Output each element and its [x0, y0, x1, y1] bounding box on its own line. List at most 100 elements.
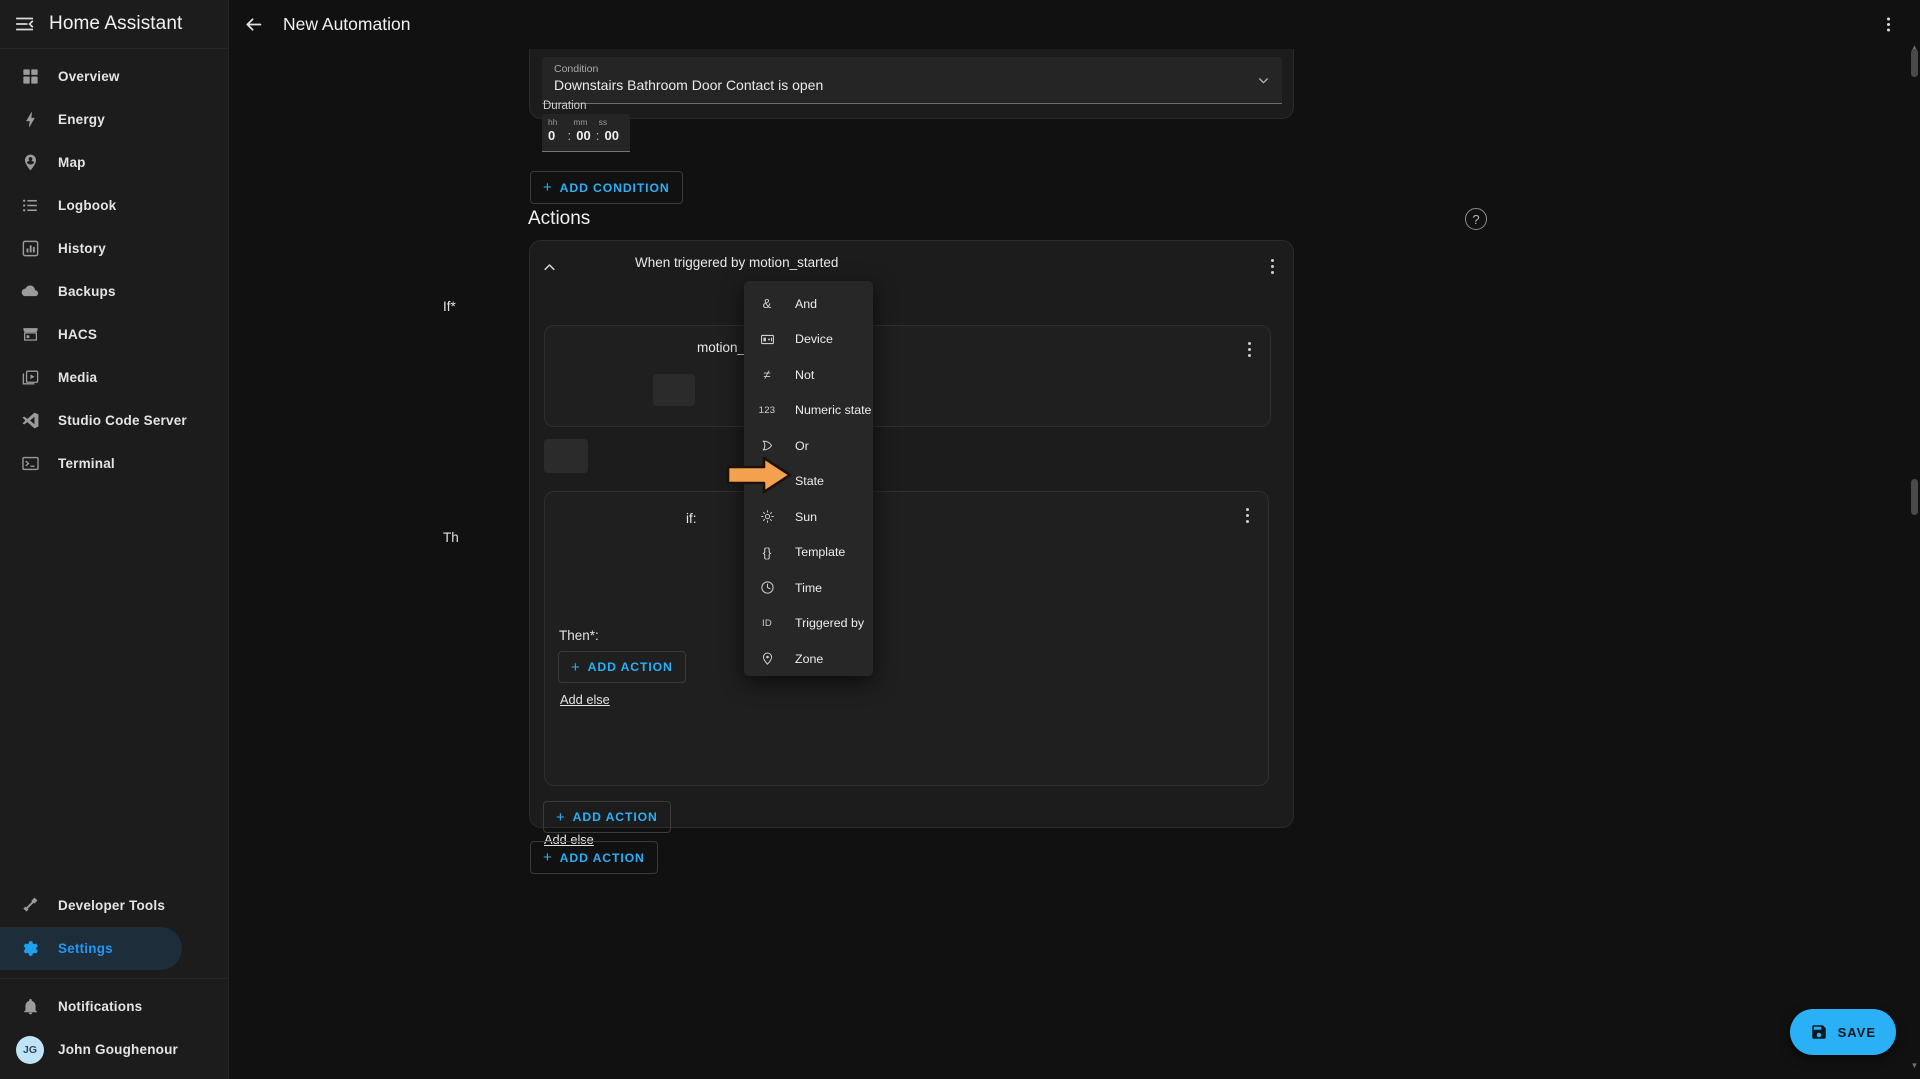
sidebar-item-terminal[interactable]: Terminal: [0, 442, 228, 485]
sidebar-item-label: Map: [58, 155, 86, 170]
sidebar-item-media[interactable]: Media: [0, 356, 228, 399]
sidebar-item-label: Energy: [58, 112, 105, 127]
menu-item-zone[interactable]: Zone: [744, 641, 873, 677]
bell-icon: [12, 997, 48, 1016]
sidebar-item-logbook[interactable]: Logbook: [0, 184, 228, 227]
then-action-text: if:: [686, 511, 697, 526]
add-action-bottom-button[interactable]: + ADD ACTION: [530, 841, 658, 874]
logic-or-gate-icon: [757, 438, 777, 453]
console-icon: [12, 454, 48, 473]
sidebar-item-label: Studio Code Server: [58, 413, 187, 428]
condition-field-label: Condition: [554, 63, 599, 75]
menu-item-label: Not: [795, 367, 815, 382]
scroll-down-icon[interactable]: ▼: [1910, 1061, 1919, 1071]
duration-mm-header: mm: [573, 117, 588, 127]
add-condition-inline-button[interactable]: [544, 439, 588, 473]
duration-values: 0 : 00 : 00: [548, 128, 624, 143]
sidebar-item-overview[interactable]: Overview: [0, 55, 228, 98]
help-circle-icon[interactable]: ?: [1465, 208, 1487, 230]
menu-item-and[interactable]: & And: [744, 286, 873, 322]
add-else-inner-link[interactable]: Add else: [560, 692, 610, 707]
not-equal-icon: ≠: [757, 367, 777, 382]
action-card-overflow-button[interactable]: [1259, 253, 1285, 279]
save-button[interactable]: SAVE: [1789, 1009, 1896, 1055]
device-icon: [757, 332, 777, 347]
condition-type-button[interactable]: [653, 374, 695, 406]
weather-sunny-icon: [757, 509, 777, 524]
cog-icon: [12, 939, 48, 958]
scrollbar-thumb-lower[interactable]: [1911, 479, 1918, 515]
sidebar-title: Home Assistant: [49, 13, 183, 34]
duration-input[interactable]: hh mm ss 0 : 00 : 00: [542, 114, 630, 152]
sidebar-item-energy[interactable]: Energy: [0, 98, 228, 141]
help-glyph: ?: [1472, 211, 1480, 227]
add-action-inner-label: ADD ACTION: [587, 660, 673, 674]
menu-item-label: Numeric state: [795, 403, 872, 418]
hamburger-collapse-icon[interactable]: [0, 0, 49, 49]
sidebar-item-label: Terminal: [58, 456, 115, 471]
add-action-inner-button[interactable]: + ADD ACTION: [558, 651, 686, 683]
scrollbar-thumb-upper[interactable]: [1911, 49, 1918, 77]
sidebar-item-label: Developer Tools: [58, 898, 166, 913]
content-save-icon: [1810, 1023, 1828, 1041]
chevron-up-icon[interactable]: [536, 254, 562, 280]
sidebar-item-map[interactable]: Map: [0, 141, 228, 184]
play-box-multiple-icon: [12, 368, 48, 387]
menu-item-time[interactable]: Time: [744, 570, 873, 606]
main-area: New Automation Condition Downstairs Bath…: [229, 0, 1920, 1079]
top-toolbar: New Automation: [229, 0, 1920, 49]
menu-item-triggered-by[interactable]: ID Triggered by: [744, 606, 873, 642]
condition-card: Condition Downstairs Bathroom Door Conta…: [529, 49, 1294, 152]
condition-select[interactable]: Condition Downstairs Bathroom Door Conta…: [542, 57, 1282, 104]
menu-item-not[interactable]: ≠ Not: [744, 357, 873, 393]
add-action-outer-label: ADD ACTION: [572, 810, 658, 824]
menu-item-numeric-state[interactable]: 123 Numeric state: [744, 393, 873, 429]
duration-mm-value[interactable]: 00: [576, 128, 595, 143]
hammer-icon: [12, 896, 48, 915]
clock-outline-icon: [757, 580, 777, 595]
condition-type-dropdown-menu[interactable]: & And Device ≠ Not 123 Numeric state Or …: [744, 281, 873, 676]
chevron-down-icon[interactable]: [1257, 74, 1270, 92]
sidebar-item-backups[interactable]: Backups: [0, 270, 228, 313]
duration-ss-value[interactable]: 00: [605, 128, 624, 143]
numeric-glyph: 123: [758, 404, 776, 416]
then-action-overflow-button[interactable]: [1234, 502, 1260, 528]
view-dashboard-icon: [12, 67, 48, 86]
menu-item-label: Or: [795, 438, 809, 453]
if-condition-overflow-button[interactable]: [1236, 336, 1262, 362]
storefront-icon: [12, 325, 48, 344]
menu-item-template[interactable]: {} Template: [744, 535, 873, 571]
menu-item-state[interactable]: State: [744, 464, 873, 500]
sidebar-item-developer-tools[interactable]: Developer Tools: [0, 884, 228, 927]
sidebar-item-label: Media: [58, 370, 98, 385]
identifier-glyph: ID: [761, 617, 773, 629]
sidebar-item-hacs[interactable]: HACS: [0, 313, 228, 356]
vscode-icon: [12, 411, 48, 430]
identifier-icon: ID: [757, 618, 777, 629]
plus-icon: +: [543, 849, 553, 866]
vertical-scrollbar[interactable]: ▲ ▼: [1910, 43, 1920, 1079]
duration-separator-2: :: [595, 128, 600, 143]
sidebar-item-settings[interactable]: Settings: [0, 927, 182, 970]
arrow-left-icon[interactable]: [229, 1, 277, 49]
menu-item-or[interactable]: Or: [744, 428, 873, 464]
sidebar-item-history[interactable]: History: [0, 227, 228, 270]
avatar-initials: JG: [16, 1035, 44, 1064]
sidebar-item-user-profile[interactable]: JG John Goughenour: [0, 1028, 228, 1071]
menu-item-label: Device: [795, 332, 833, 347]
add-action-outer-button[interactable]: + ADD ACTION: [543, 801, 671, 833]
sidebar-item-studio-code-server[interactable]: Studio Code Server: [0, 399, 228, 442]
menu-item-device[interactable]: Device: [744, 322, 873, 358]
sidebar-nav-list: Overview Energy Map Logbook History Back…: [0, 49, 228, 884]
duration-hh-value[interactable]: 0: [548, 128, 567, 143]
dots-vertical-icon[interactable]: [1864, 1, 1912, 49]
code-braces-icon: {}: [757, 545, 777, 560]
menu-item-sun[interactable]: Sun: [744, 499, 873, 535]
ampersand-glyph: &: [762, 296, 772, 312]
add-condition-button[interactable]: + ADD CONDITION: [530, 171, 683, 204]
then-label: Then*:: [559, 628, 599, 643]
condition-field-value: Downstairs Bathroom Door Contact is open: [554, 77, 824, 93]
duration-separator-1: :: [567, 128, 572, 143]
sidebar-item-notifications[interactable]: Notifications: [0, 985, 228, 1028]
add-condition-label: ADD CONDITION: [559, 180, 670, 195]
